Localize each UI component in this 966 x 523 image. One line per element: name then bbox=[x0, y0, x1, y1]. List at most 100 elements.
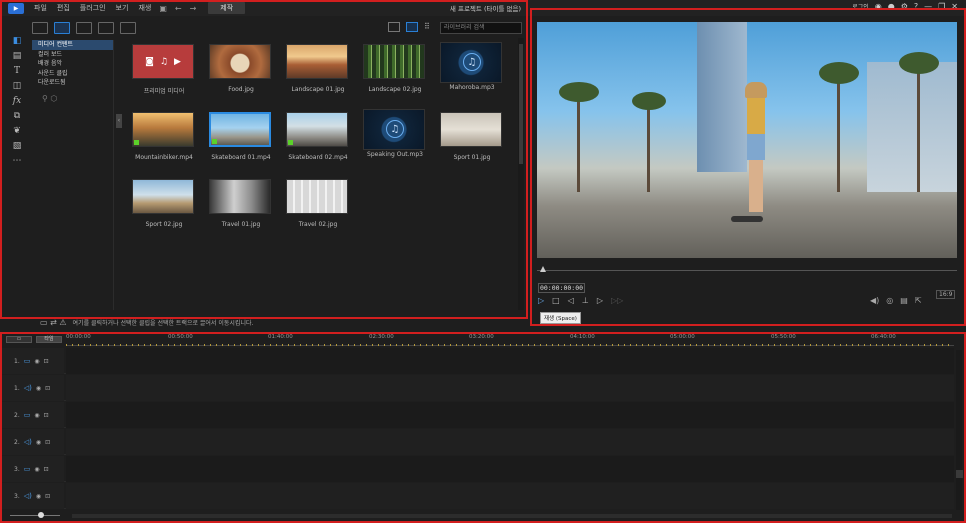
play-icon[interactable]: ▷ bbox=[538, 296, 544, 305]
visibility-eye-icon[interactable]: ◉ bbox=[34, 412, 39, 419]
grid-menu-icon[interactable]: ⠿ bbox=[424, 22, 436, 32]
music-note-icon: ♫ bbox=[463, 53, 481, 71]
particle-room-icon[interactable]: ❦ bbox=[11, 126, 23, 137]
library-scrollbar[interactable] bbox=[518, 38, 524, 310]
media-item-skateboard-01[interactable]: Skateboard 01.mp4 bbox=[209, 112, 273, 161]
track-number: 2. bbox=[14, 411, 20, 419]
fast-forward-icon[interactable]: ▷▷ bbox=[611, 296, 623, 305]
pip-room-icon[interactable]: ⧉ bbox=[11, 111, 23, 122]
lock-icon[interactable]: ⊡ bbox=[45, 385, 50, 392]
track-header: 3. ▭ ◉ ⊡ bbox=[2, 456, 64, 482]
preview-seek-bar[interactable] bbox=[537, 270, 957, 271]
media-item-travel-02[interactable]: Travel 02.jpg bbox=[286, 179, 350, 228]
media-room-icon[interactable]: ◧ bbox=[11, 36, 23, 47]
timeline-zoom-handle[interactable] bbox=[38, 512, 44, 518]
visibility-eye-icon[interactable]: ◉ bbox=[34, 358, 39, 365]
track-lane[interactable] bbox=[66, 402, 954, 428]
subtitle-icon[interactable]: ▤ bbox=[900, 296, 908, 305]
lock-icon[interactable]: ⊡ bbox=[45, 439, 50, 446]
effect-room-icon[interactable]: fx bbox=[11, 96, 23, 107]
split-icon[interactable]: ⊥ bbox=[582, 296, 589, 305]
camera-icon: ◙ bbox=[145, 56, 154, 67]
lock-icon[interactable]: ⊡ bbox=[45, 493, 50, 500]
library-search-input[interactable]: 라이브러리 검색 bbox=[440, 22, 522, 34]
import-media-button[interactable] bbox=[32, 22, 48, 34]
track-number: 3. bbox=[14, 465, 20, 473]
previous-frame-icon[interactable]: ◁ bbox=[568, 296, 574, 305]
media-item-speaking-out[interactable]: ♫ Speaking Out.mp3 bbox=[363, 109, 427, 158]
mountainbiker-thumbnail bbox=[132, 112, 194, 147]
track-lane[interactable] bbox=[66, 375, 954, 401]
tree-item-background-music[interactable]: 배경 음악 bbox=[32, 59, 113, 69]
storyboard-view-button[interactable]: ▭ bbox=[6, 336, 32, 343]
list-view-icon[interactable] bbox=[388, 22, 400, 32]
tab-video[interactable] bbox=[76, 22, 92, 34]
tab-audio[interactable] bbox=[120, 22, 136, 34]
tab-image[interactable] bbox=[98, 22, 114, 34]
preview-seek-handle[interactable] bbox=[540, 266, 546, 272]
track-lane[interactable] bbox=[66, 348, 954, 374]
timeline-hint-bar: ▭ ⇄ ⚠ 여기를 클릭하거나 선택한 클립을 선택한 트랙으로 끌어서 이동시… bbox=[40, 317, 520, 327]
timeline-zoom-slider[interactable] bbox=[10, 515, 60, 516]
stop-icon[interactable]: □ bbox=[552, 296, 560, 305]
aspect-ratio-select[interactable]: 16:9 bbox=[936, 290, 956, 299]
media-label: 프리미엄 미디어 bbox=[143, 88, 185, 95]
tree-item-color-board[interactable]: 컬러 보드 bbox=[32, 50, 113, 60]
view-mode-group: ⠿ bbox=[388, 22, 436, 32]
track-audio-2: 2. ◁) ◉ ⊡ bbox=[2, 429, 954, 455]
track-video-2: 2. ▭ ◉ ⊡ bbox=[2, 402, 954, 428]
timeline-vertical-scrollbar[interactable] bbox=[956, 350, 963, 510]
title-room-icon[interactable]: T bbox=[11, 66, 23, 77]
subtitle-room-icon[interactable]: ▧ bbox=[11, 141, 23, 152]
ruler-tick: 03:20:00 bbox=[469, 334, 494, 340]
tree-item-sound-clips[interactable]: 사운드 클립 bbox=[32, 69, 113, 79]
tab-all-media[interactable] bbox=[54, 22, 70, 34]
tree-item-media-content[interactable]: 미디어 컨텐트 bbox=[32, 40, 113, 50]
timecode-display[interactable]: 00:00:00:00 bbox=[538, 283, 585, 293]
audio-thumbnail: ♫ bbox=[363, 109, 425, 150]
media-item-premium[interactable]: ◙ ♫ ▶ 프리미엄 미디어 bbox=[132, 44, 196, 95]
track-lane[interactable] bbox=[66, 456, 954, 482]
media-label: Sport 02.jpg bbox=[145, 221, 183, 228]
premium-thumbnail: ◙ ♫ ▶ bbox=[132, 44, 194, 79]
snapshot-icon[interactable]: ◎ bbox=[886, 296, 893, 305]
track-number: 1. bbox=[14, 384, 20, 392]
lock-icon[interactable]: ⊡ bbox=[44, 412, 49, 419]
transition-room-icon[interactable]: ◫ bbox=[11, 81, 23, 92]
media-item-food[interactable]: Food.jpg bbox=[209, 44, 273, 93]
audio-track-icon: ◁) bbox=[23, 438, 32, 446]
template-room-icon[interactable]: ▤ bbox=[11, 51, 23, 62]
tag-icons[interactable]: ⚲ ⬡ bbox=[32, 94, 113, 103]
track-lane[interactable] bbox=[66, 429, 954, 455]
media-item-sport-02[interactable]: Sport 02.jpg bbox=[132, 179, 196, 228]
lock-icon[interactable]: ⊡ bbox=[44, 358, 49, 365]
media-item-skateboard-02[interactable]: Skateboard 02.mp4 bbox=[286, 112, 350, 161]
audio-track-icon: ◁) bbox=[23, 492, 32, 500]
lock-icon[interactable]: ⊡ bbox=[44, 466, 49, 473]
tree-item-downloaded[interactable]: 다운로드됨 bbox=[32, 78, 113, 88]
more-rooms-icon[interactable]: ⋯ bbox=[11, 156, 23, 167]
media-item-sport-01[interactable]: Sport 01.jpg bbox=[440, 112, 504, 161]
media-item-travel-01[interactable]: Travel 01.jpg bbox=[209, 179, 273, 228]
track-lane[interactable] bbox=[66, 483, 954, 509]
visibility-eye-icon[interactable]: ◉ bbox=[36, 439, 41, 446]
next-frame-icon[interactable]: ▷ bbox=[597, 296, 603, 305]
track-number: 3. bbox=[14, 492, 20, 500]
timeline-horizontal-scrollbar[interactable] bbox=[72, 514, 952, 518]
video-track-icon: ▭ bbox=[23, 411, 31, 419]
timeline-tools-icon[interactable]: ▭ ⇄ ⚠ bbox=[40, 318, 67, 327]
volume-icon[interactable]: ◀) bbox=[870, 296, 879, 305]
visibility-eye-icon[interactable]: ◉ bbox=[36, 385, 41, 392]
media-item-landscape-01[interactable]: Landscape 01.jpg bbox=[286, 44, 350, 93]
media-item-landscape-02[interactable]: Landscape 02.jpg bbox=[363, 44, 427, 93]
undock-icon[interactable]: ⇱ bbox=[915, 296, 922, 305]
sport-01-thumbnail bbox=[440, 112, 502, 147]
thumbnail-view-icon[interactable] bbox=[406, 22, 418, 32]
library-tree: 미디어 컨텐트 컬러 보드 배경 음악 사운드 클립 다운로드됨 ⚲ ⬡ bbox=[32, 40, 114, 310]
media-item-mahoroba[interactable]: ♫ Mahoroba.mp3 bbox=[440, 42, 504, 91]
media-item-mountainbiker[interactable]: Mountainbiker.mp4 bbox=[132, 112, 196, 161]
visibility-eye-icon[interactable]: ◉ bbox=[36, 493, 41, 500]
app-window: ▶ 파일 편집 플러그인 보기 재생 ▣ ← → 제작 새 프로젝트 (타이틀 … bbox=[0, 0, 966, 523]
visibility-eye-icon[interactable]: ◉ bbox=[34, 466, 39, 473]
timeline-view-button[interactable]: 타임 bbox=[36, 336, 62, 343]
